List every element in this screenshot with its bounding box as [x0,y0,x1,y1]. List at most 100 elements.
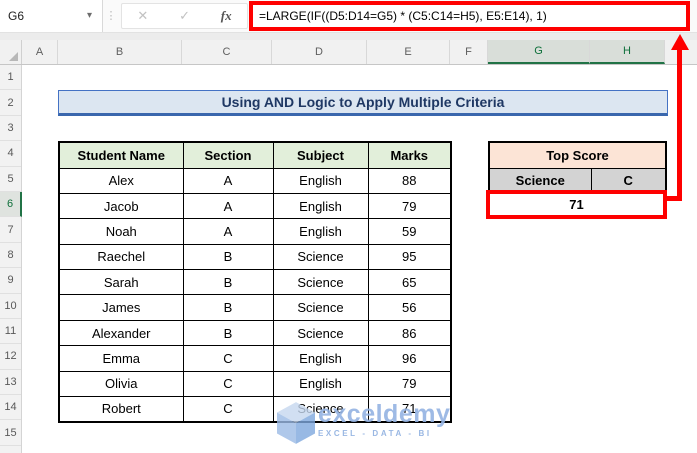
header-marks[interactable]: Marks [367,141,452,169]
cell-name[interactable]: James [58,294,184,321]
formula-text: =LARGE(IF((D5:D14=G5) * (C5:C14=H5), E5:… [259,9,547,23]
cell-subject[interactable]: Science [272,243,369,271]
table-row: James B Science 56 [58,294,452,321]
table-header-row: Student Name Section Subject Marks [58,141,452,169]
cell-marks[interactable]: 59 [367,218,452,245]
column-header-e[interactable]: E [367,40,450,64]
column-header-g[interactable]: G [488,40,590,64]
top-score-panel: Top Score Science C [488,141,667,194]
table-row: Jacob A English 79 [58,192,452,220]
table-row: Alexander B Science 86 [58,319,452,347]
formula-controls: ✕ ✓ fx [121,3,248,29]
cell-subject[interactable]: Science [272,319,369,347]
row-header-4[interactable]: 4 [0,141,21,167]
result-cell-g6[interactable]: 71 [486,190,667,219]
watermark-tagline: EXCEL - DATA - BI [318,429,432,438]
cell-marks[interactable]: 86 [367,319,452,347]
cell-section[interactable]: C [182,370,274,398]
cell-section[interactable]: B [182,294,274,321]
table-row: Emma C English 96 [58,345,452,372]
cell-marks[interactable]: 79 [367,370,452,398]
row-header-8[interactable]: 8 [0,243,21,269]
excel-window: G6 ▾ ⋮ ✕ ✓ fx =LARGE(IF((D5:D14=G5) * (C… [0,0,697,453]
cell-subject[interactable]: Science [272,269,369,296]
name-box-value: G6 [8,9,25,23]
cell-marks[interactable]: 56 [367,294,452,321]
cell-marks[interactable]: 71 [367,396,452,423]
row-header-10[interactable]: 10 [0,294,21,319]
cell-section[interactable]: B [182,243,274,271]
formula-input[interactable]: =LARGE(IF((D5:D14=G5) * (C5:C14=H5), E5:… [249,1,690,31]
row-header-11[interactable]: 11 [0,319,21,345]
cell-subject[interactable]: English [272,345,369,372]
formula-bar-splitter-icon[interactable]: ⋮ [104,0,118,32]
cell-section[interactable]: A [182,192,274,220]
annotation-arrow-shaft [677,47,682,201]
row-header-7[interactable]: 7 [0,217,21,243]
table-row: Robert C Science 71 [58,396,452,423]
cell-name[interactable]: Robert [58,396,184,423]
cell-marks[interactable]: 95 [367,243,452,271]
cell-marks[interactable]: 65 [367,269,452,296]
cell-name[interactable]: Noah [58,218,184,245]
table-row: Sarah B Science 65 [58,269,452,296]
row-header-6[interactable]: 6 [0,191,22,218]
cell-name[interactable]: Alex [58,167,184,194]
cancel-icon[interactable]: ✕ [137,8,148,24]
select-all-button[interactable] [0,40,22,64]
header-section[interactable]: Section [182,141,274,169]
cell-subject[interactable]: English [272,370,369,398]
row-header-1[interactable]: 1 [0,65,21,91]
cell-subject[interactable]: English [272,167,369,194]
cell-marks[interactable]: 79 [367,192,452,220]
cell-subject[interactable]: English [272,218,369,245]
enter-icon[interactable]: ✓ [179,8,190,24]
row-header-2[interactable]: 2 [0,90,21,116]
row-header-5[interactable]: 5 [0,167,21,192]
cell-name[interactable]: Olivia [58,370,184,398]
column-header-a[interactable]: A [22,40,58,64]
table-row: Raechel B Science 95 [58,243,452,271]
row-header-12[interactable]: 12 [0,344,21,370]
annotation-arrow-up-icon [671,34,689,50]
cell-name[interactable]: Alexander [58,319,184,347]
row-headers: 1 2 3 4 5 6 7 8 9 10 11 12 13 14 15 [0,65,22,453]
row-header-15[interactable]: 15 [0,420,21,446]
cell-name[interactable]: Jacob [58,192,184,220]
cell-name[interactable]: Emma [58,345,184,372]
row-header-9[interactable]: 9 [0,268,21,294]
row-header-3[interactable]: 3 [0,116,21,142]
cell-name[interactable]: Sarah [58,269,184,296]
column-header-h[interactable]: H [590,40,665,64]
sheet-title-cell[interactable]: Using AND Logic to Apply Multiple Criter… [58,90,668,116]
header-student-name[interactable]: Student Name [58,141,184,169]
cell-subject[interactable]: Science [272,294,369,321]
top-score-title-cell[interactable]: Top Score [488,141,667,169]
cell-section[interactable]: A [182,218,274,245]
column-header-c[interactable]: C [182,40,272,64]
cell-section[interactable]: B [182,319,274,347]
cell-section[interactable]: A [182,167,274,194]
cell-name[interactable]: Raechel [58,243,184,271]
header-subject[interactable]: Subject [272,141,369,169]
cell-subject[interactable]: English [272,192,369,220]
top-score-title-row: Top Score [488,141,667,169]
cell-section[interactable]: C [182,396,274,423]
column-header-f[interactable]: F [450,40,488,64]
cell-marks[interactable]: 88 [367,167,452,194]
cell-marks[interactable]: 96 [367,345,452,372]
cell-section[interactable]: B [182,269,274,296]
table-row: Alex A English 88 [58,167,452,194]
table-row: Olivia C English 79 [58,370,452,398]
select-all-icon [9,52,18,61]
row-header-14[interactable]: 14 [0,395,21,421]
row-header-13[interactable]: 13 [0,370,21,396]
insert-function-icon[interactable]: fx [221,8,232,24]
cell-subject[interactable]: Science [272,396,369,423]
cell-section[interactable]: C [182,345,274,372]
column-header-b[interactable]: B [58,40,182,64]
column-header-d[interactable]: D [272,40,367,64]
column-headers: A B C D E F G H [22,40,697,64]
name-box[interactable]: G6 ▾ [0,0,103,32]
name-box-dropdown-icon[interactable]: ▾ [87,0,92,32]
